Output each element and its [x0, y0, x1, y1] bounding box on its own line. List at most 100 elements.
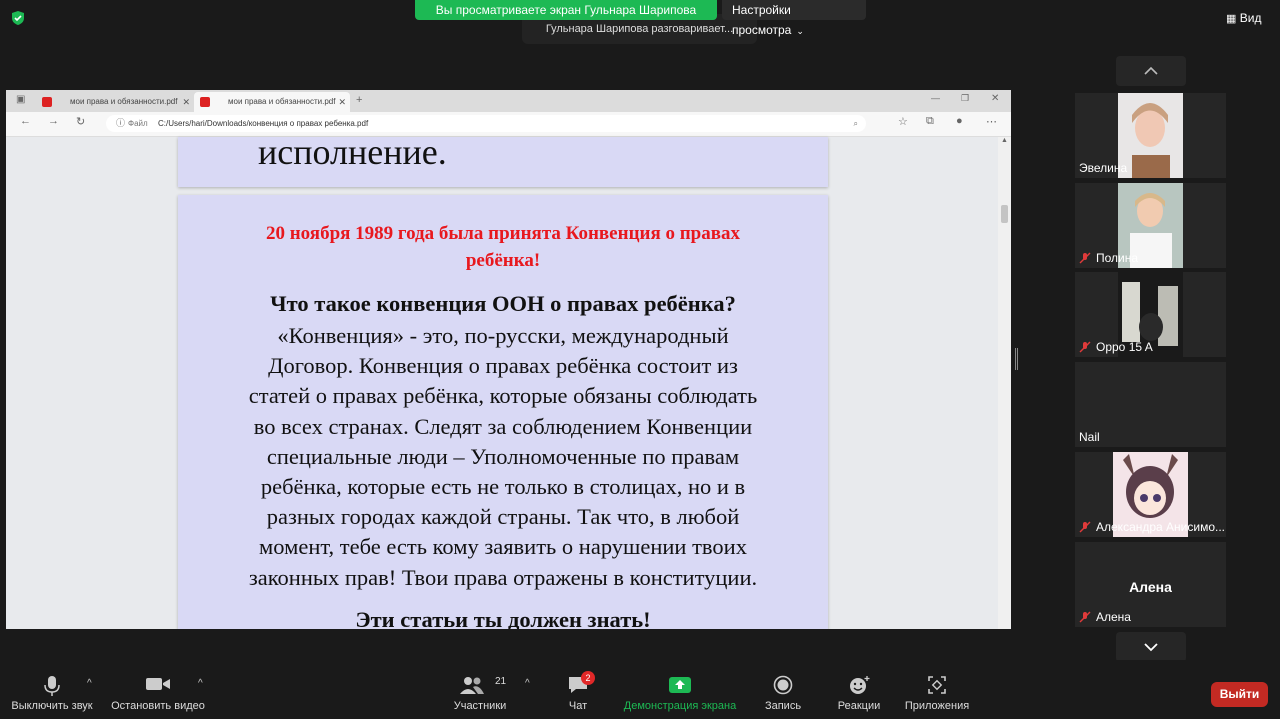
share-screen-button[interactable]: Демонстрация экрана: [615, 660, 745, 719]
chat-button[interactable]: 2 Чат: [550, 660, 606, 719]
participant-name: Алена: [1096, 610, 1131, 624]
apps-label: Приложения: [904, 700, 970, 712]
more-options-icon[interactable]: ⋯: [986, 115, 997, 128]
red-title-line: 20 ноября 1989 года была принята Конвенц…: [265, 223, 741, 244]
participants-caret-icon[interactable]: ^: [525, 678, 530, 689]
browser-tab[interactable]: мои права и обязанности.pdf ✕: [36, 92, 194, 112]
participant-name: Nail: [1079, 430, 1100, 444]
scroll-up-button[interactable]: [1116, 56, 1186, 86]
pdf-icon: [42, 97, 52, 107]
participant-name: Полина: [1096, 251, 1139, 265]
participant-video: [1118, 93, 1183, 178]
scroll-down-button[interactable]: [1116, 632, 1186, 662]
participant-tile[interactable]: Полина: [1075, 183, 1226, 268]
muted-mic-icon: [1079, 252, 1091, 264]
close-tab-icon[interactable]: ✕: [338, 92, 346, 112]
reactions-button[interactable]: Реакции: [828, 660, 890, 719]
stop-video-button[interactable]: Остановить видео: [108, 660, 208, 719]
grid-icon: ▦: [1226, 13, 1237, 25]
bottom-heading: Эти статьи ты должен знать!: [355, 607, 651, 629]
body-line: Договор. Конвенция о правах ребёнка сост…: [268, 353, 738, 379]
browser-tab-bar: ▣ мои права и обязанности.pdf ✕ мои прав…: [6, 90, 1011, 112]
page-text: исполнение.: [258, 132, 447, 172]
close-window-icon[interactable]: ✕: [991, 93, 999, 104]
body-line: статей о правах ребёнка, которые обязаны…: [248, 383, 758, 409]
zoom-icon[interactable]: ⌕: [854, 115, 858, 132]
mute-label: Выключить звук: [11, 700, 93, 712]
participants-icon: [460, 677, 484, 694]
shared-browser-window: ▣ мои права и обязанности.pdf ✕ мои прав…: [6, 90, 1011, 629]
panel-resize-handle[interactable]: [1015, 348, 1018, 370]
minimize-icon[interactable]: —: [931, 93, 940, 103]
muted-mic-icon: [1079, 611, 1091, 623]
url-field[interactable]: ⓘ Файл C:/Users/hari/Downloads/конвенция…: [106, 115, 866, 132]
url-text: C:/Users/hari/Downloads/конвенция о прав…: [158, 119, 369, 128]
participants-label: Участники: [453, 700, 507, 712]
scroll-up-icon[interactable]: ▲: [1001, 137, 1008, 144]
participant-tile[interactable]: Oppo 15 A: [1075, 272, 1226, 357]
forward-icon[interactable]: →: [48, 115, 59, 127]
participant-name: Эвелина: [1079, 161, 1128, 175]
participant-name-large: Алена: [1129, 579, 1172, 595]
participants-button[interactable]: 21 Участники: [440, 660, 520, 719]
close-tab-icon[interactable]: ✕: [182, 92, 190, 112]
view-button[interactable]: ▦ Вид: [1226, 8, 1274, 28]
body-line: момент, тебе есть кому заявить о нарушен…: [259, 534, 747, 560]
reactions-label: Реакции: [837, 700, 881, 712]
body-line: ребёнка, которые есть не только в столиц…: [260, 474, 746, 500]
chat-label: Чат: [568, 700, 588, 712]
video-options-caret-icon[interactable]: ^: [198, 678, 203, 689]
record-icon: [773, 675, 793, 695]
red-title: 20 ноября 1989 года была принята Конвенц…: [178, 220, 828, 274]
view-options-label: Настройки просмотра: [732, 3, 792, 37]
chat-badge: 2: [581, 671, 595, 685]
body-line: законных прав! Твои права отражены в кон…: [248, 564, 758, 590]
video-camera-icon: [146, 678, 170, 690]
muted-mic-icon: [1079, 521, 1091, 533]
sharing-banner: Вы просматриваете экран Гульнара Шарипов…: [415, 0, 717, 20]
participant-tile[interactable]: Алена Алена: [1075, 542, 1226, 627]
audio-options-caret-icon[interactable]: ^: [87, 678, 92, 689]
stop-video-label: Остановить видео: [111, 700, 205, 712]
participant-tile[interactable]: Nail: [1075, 362, 1226, 447]
speaking-text: Гульнара Шарипова разговаривает...: [545, 23, 734, 35]
favorite-icon[interactable]: ☆: [898, 115, 908, 128]
question-heading: Что такое конвенция ООН о правах ребёнка…: [270, 291, 736, 316]
scheme-label: Файл: [128, 119, 148, 128]
chevron-down-icon: [1144, 643, 1158, 652]
muted-mic-icon: [1079, 341, 1091, 353]
collections-icon[interactable]: ⧉: [926, 115, 934, 128]
pdf-icon: [200, 97, 210, 107]
participant-tile[interactable]: Александра Анисимо...: [1075, 452, 1226, 537]
apps-icon: [928, 676, 946, 694]
apps-button[interactable]: Приложения: [900, 660, 974, 719]
refresh-icon[interactable]: ↻: [76, 115, 85, 128]
info-icon: ⓘ: [116, 118, 126, 128]
back-icon[interactable]: ←: [20, 115, 31, 127]
red-title-line: ребёнка!: [465, 250, 541, 271]
profile-icon[interactable]: ●: [956, 115, 963, 127]
participants-count: 21: [495, 676, 507, 687]
record-button[interactable]: Запись: [752, 660, 814, 719]
view-options-button[interactable]: Настройки просмотра ⌄: [722, 0, 866, 37]
body-line: «Конвенция» - это, по-русски, международ…: [277, 323, 729, 348]
participant-name: Александра Анисимо...: [1096, 520, 1226, 534]
share-screen-label: Демонстрация экрана: [623, 700, 737, 712]
tab-actions-icon[interactable]: ▣: [16, 94, 25, 105]
restore-icon[interactable]: ❐: [961, 93, 969, 104]
mute-button[interactable]: Выключить звук: [4, 660, 100, 719]
view-button-label: Вид: [1239, 11, 1262, 25]
participant-tile[interactable]: Эвелина: [1075, 93, 1226, 178]
leave-button[interactable]: Выйти: [1211, 682, 1268, 707]
security-shield-icon[interactable]: [10, 10, 26, 26]
body-text: «Конвенция» - это, по-русски, международ…: [178, 321, 828, 593]
pdf-page-current: 20 ноября 1989 года была принята Конвенц…: [178, 195, 828, 629]
chevron-up-icon: [1144, 66, 1158, 75]
record-label: Запись: [764, 700, 802, 712]
browser-tab-active[interactable]: мои права и обязанности.pdf ✕: [194, 92, 350, 112]
new-tab-icon[interactable]: +: [356, 94, 362, 106]
chevron-down-icon: ⌄: [796, 26, 804, 36]
scrollbar-thumb[interactable]: [1001, 205, 1008, 223]
participant-name: Oppo 15 A: [1096, 340, 1153, 354]
body-line: специальные люди – Уполномоченные по пра…: [266, 443, 740, 469]
